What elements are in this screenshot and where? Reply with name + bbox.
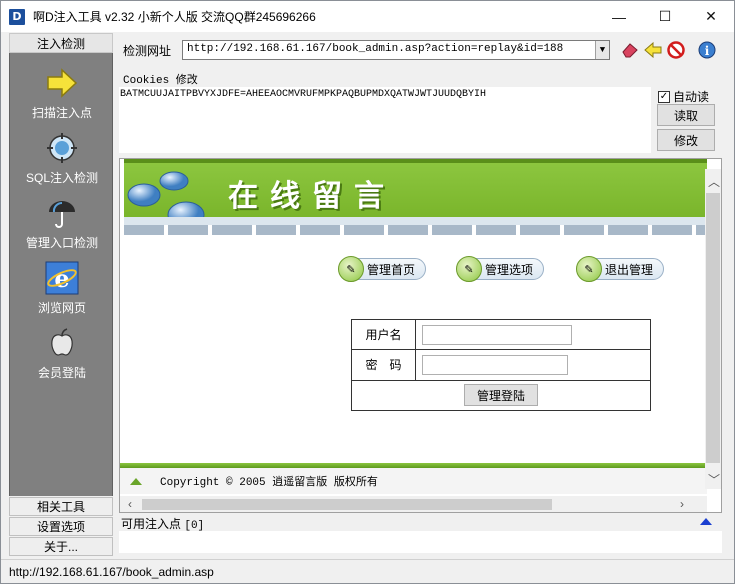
sidebar-item-admin-entry[interactable]: 管理入口检测	[10, 196, 114, 251]
related-tools-button[interactable]: 相关工具	[9, 497, 113, 516]
compass-icon	[45, 131, 79, 165]
scroll-up-icon[interactable]: ︿	[708, 173, 720, 190]
login-form: 用户名 密 码 管理登陆	[351, 318, 651, 412]
password-input[interactable]	[422, 354, 568, 375]
minimize-button[interactable]: —	[596, 1, 642, 32]
expand-up-icon[interactable]	[700, 518, 712, 525]
cookies-value: BATMCUUJAITPBVYXJDFE=AHEEAOCMVRUFMPKPAQB…	[120, 89, 487, 100]
window-title: 啊D注入工具 v2.32 小新个人版 交流QQ群245696266	[33, 10, 316, 24]
about-button[interactable]: 关于...	[9, 537, 113, 556]
auto-read-label: 自动读	[673, 90, 710, 104]
sidebar-item-label: 管理入口检测	[25, 236, 98, 250]
logout-link[interactable]: 退出管理 ✎	[576, 254, 665, 284]
cookies-textarea[interactable]: BATMCUUJAITPBVYXJDFE=AHEEAOCMVRUFMPKPAQB…	[119, 87, 651, 153]
horizontal-scrollbar[interactable]: ‹ ›	[120, 496, 707, 512]
manage-home-link[interactable]: 管理首页 ✎	[338, 254, 427, 284]
sidebar-item-scan[interactable]: 扫描注入点	[10, 66, 114, 121]
app-window: D 啊D注入工具 v2.32 小新个人版 交流QQ群245696266 — ☐ …	[0, 0, 735, 584]
manage-options-link[interactable]: 管理选项 ✎	[456, 254, 545, 284]
url-label: 检测网址	[123, 44, 172, 58]
admin-login-button[interactable]: 管理登陆	[463, 384, 538, 407]
chevron-down-icon[interactable]: ▼	[595, 41, 609, 59]
internet-explorer-icon: e	[45, 261, 79, 295]
sidebar-item-label: 扫描注入点	[31, 106, 92, 120]
close-button[interactable]: ✕	[688, 1, 734, 32]
svg-text:e: e	[54, 264, 69, 293]
page-footer: Copyright © 2005 逍遥留言版 版权所有	[120, 468, 707, 494]
stop-icon[interactable]	[667, 41, 685, 59]
status-bar: http://192.168.61.167/book_admin.asp	[1, 559, 734, 583]
page-nav: 管理首页 ✎ 管理选项 ✎ 退出管理 ✎	[120, 254, 707, 286]
scroll-down-icon[interactable]: ﹀	[708, 471, 720, 488]
sidebar-item-label: SQL注入检测	[25, 171, 98, 185]
nav-label: 退出管理	[605, 262, 654, 277]
sidebar: 扫描注入点 SQL注入检测 管理入口检测 e 浏览网页 会员登陆	[9, 53, 113, 496]
sidebar-item-member-login[interactable]: 会员登陆	[10, 326, 114, 381]
scroll-left-icon[interactable]: ‹	[128, 497, 132, 511]
injection-list[interactable]	[119, 531, 722, 553]
cookies-label: Cookies 修改	[123, 75, 198, 87]
injection-label: 可用注入点	[121, 517, 182, 531]
sidebar-header[interactable]: 注入检测	[9, 33, 113, 53]
sidebar-item-label: 浏览网页	[37, 301, 86, 315]
password-label: 密 码	[351, 349, 416, 381]
app-icon: D	[9, 8, 25, 25]
url-value: http://192.168.61.167/book_admin.asp?act…	[187, 43, 564, 55]
eraser-icon[interactable]	[621, 41, 639, 59]
settings-button[interactable]: 设置选项	[9, 517, 113, 536]
pencil-icon: ✎	[456, 256, 482, 282]
auto-read-checkbox[interactable]: ✓ 自动读	[658, 88, 709, 105]
injection-points-status: 可用注入点 [0]	[121, 515, 204, 532]
scrollbar-thumb[interactable]	[142, 499, 552, 510]
pencil-icon: ✎	[338, 256, 364, 282]
vertical-scrollbar[interactable]: ︿ ﹀	[705, 169, 721, 489]
checkmark-icon: ✓	[658, 90, 670, 103]
pencil-icon: ✎	[576, 256, 602, 282]
read-button[interactable]: 读取	[657, 104, 715, 126]
back-arrow-icon[interactable]	[644, 41, 662, 59]
scrollbar-thumb[interactable]	[706, 193, 720, 463]
browser-pane: 在线留言 管理首页 ✎ 管理选项 ✎ 退出管理 ✎ 用户名 密 码 管理登陆 C…	[119, 158, 722, 513]
sidebar-item-browse[interactable]: e 浏览网页	[10, 261, 114, 316]
maximize-button[interactable]: ☐	[642, 1, 688, 32]
url-input[interactable]: http://192.168.61.167/book_admin.asp?act…	[182, 40, 610, 60]
arrow-right-icon	[45, 66, 79, 100]
title-bar: D 啊D注入工具 v2.32 小新个人版 交流QQ群245696266 — ☐ …	[1, 1, 734, 32]
copyright-text: Copyright © 2005 逍遥留言版 版权所有	[160, 477, 378, 489]
info-icon[interactable]: i	[698, 41, 716, 59]
nav-label: 管理选项	[485, 262, 534, 277]
sidebar-item-label: 会员登陆	[37, 366, 86, 380]
svg-text:i: i	[705, 44, 710, 58]
username-input[interactable]	[422, 324, 572, 345]
sidebar-item-sql[interactable]: SQL注入检测	[10, 131, 114, 186]
up-triangle-icon	[130, 477, 142, 485]
username-label: 用户名	[351, 318, 416, 351]
status-text: http://192.168.61.167/book_admin.asp	[9, 564, 214, 579]
modify-button[interactable]: 修改	[657, 129, 715, 151]
umbrella-icon	[45, 196, 79, 230]
apple-icon	[45, 326, 79, 360]
banner-title: 在线留言	[228, 179, 396, 214]
scroll-right-icon[interactable]: ›	[680, 497, 684, 511]
nav-label: 管理首页	[367, 262, 416, 277]
